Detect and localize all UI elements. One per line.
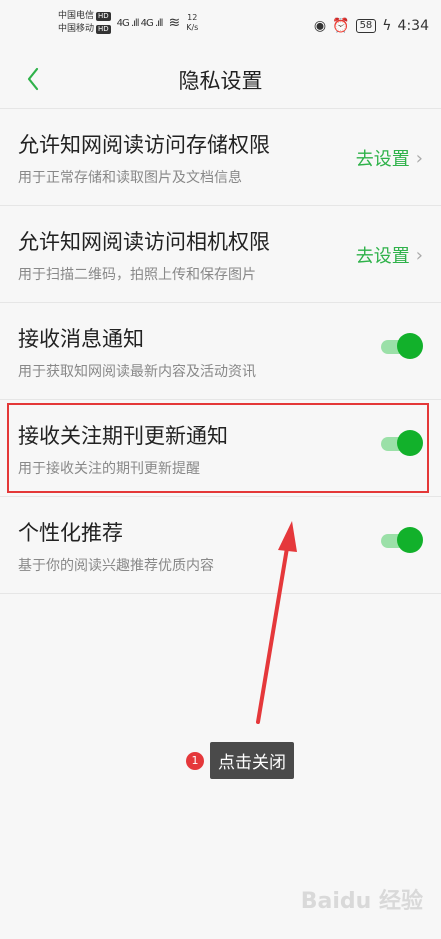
carrier-1: 中国电信: [58, 11, 95, 21]
setting-title: 允许知网阅读访问相机权限: [18, 230, 270, 254]
setting-subtitle: 基于你的阅读兴趣推荐优质内容: [18, 558, 214, 574]
chevron-right-icon: ›: [415, 244, 423, 266]
setting-subtitle: 用于正常存储和读取图片及文档信息: [18, 170, 242, 186]
charging-icon: ϟ: [382, 18, 392, 34]
setting-title: 接收消息通知: [18, 327, 144, 351]
carrier-info: 中国电信 HD 中国移动 HD: [58, 10, 111, 36]
settings-list: 允许知网阅读访问存储权限 用于正常存储和读取图片及文档信息 去设置 › 允许知网…: [0, 109, 441, 594]
speed-value: 12: [187, 13, 198, 22]
carrier-2: 中国移动: [58, 24, 95, 34]
clock: 4:34: [397, 18, 429, 34]
go-settings-link[interactable]: 去设置 ›: [356, 242, 423, 268]
signal-icon: 4G .ıll 4G .ıll: [116, 17, 164, 29]
hd-badge: HD: [96, 12, 111, 21]
status-bar: 中国电信 HD 中国移动 HD 4G .ıll 4G .ıll ≋ 12 K/s ◉…: [0, 0, 441, 50]
battery-indicator: 58: [355, 19, 377, 33]
annotation-text: 点击关闭: [210, 742, 294, 779]
step-badge: 1: [186, 751, 204, 770]
setting-row-message-notify: 接收消息通知 用于获取知网阅读最新内容及活动资讯: [0, 303, 441, 400]
personalized-toggle[interactable]: [381, 527, 423, 553]
chevron-right-icon: ›: [415, 147, 423, 169]
toggle-knob: [397, 527, 423, 553]
wifi-icon: ≋: [168, 15, 181, 31]
alarm-icon: ⏰: [332, 18, 350, 34]
speed-unit: K/s: [186, 23, 199, 32]
hd-badge: HD: [96, 25, 111, 34]
go-settings-label: 去设置: [355, 246, 410, 267]
network-speed: 12 K/s: [186, 13, 198, 33]
setting-row-personalized: 个性化推荐 基于你的阅读兴趣推荐优质内容: [0, 497, 441, 594]
setting-subtitle: 用于获取知网阅读最新内容及活动资讯: [18, 364, 256, 380]
setting-subtitle: 用于扫描二维码，拍照上传和保存图片: [18, 267, 256, 283]
status-left: 中国电信 HD 中国移动 HD 4G .ıll 4G .ıll ≋ 12 K/s: [58, 10, 198, 36]
status-right: ◉ ⏰ 58 ϟ 4:34: [314, 18, 429, 34]
go-settings-link[interactable]: 去设置 ›: [356, 145, 423, 171]
eye-icon: ◉: [313, 18, 327, 34]
page-title: 隐私设置: [178, 69, 263, 93]
watermark-logo: Baidu 经验: [300, 889, 423, 914]
toggle-knob: [397, 333, 423, 359]
step-annotation: 1 点击关闭: [186, 742, 294, 779]
app-header: 隐私设置: [0, 50, 441, 109]
highlight-box: [7, 403, 429, 493]
setting-title: 允许知网阅读访问存储权限: [18, 133, 270, 157]
setting-row-camera[interactable]: 允许知网阅读访问相机权限 用于扫描二维码，拍照上传和保存图片 去设置 ›: [0, 206, 441, 303]
setting-row-storage[interactable]: 允许知网阅读访问存储权限 用于正常存储和读取图片及文档信息 去设置 ›: [0, 109, 441, 206]
setting-title: 个性化推荐: [18, 521, 123, 545]
go-settings-label: 去设置: [355, 149, 410, 170]
message-notify-toggle[interactable]: [381, 333, 423, 359]
